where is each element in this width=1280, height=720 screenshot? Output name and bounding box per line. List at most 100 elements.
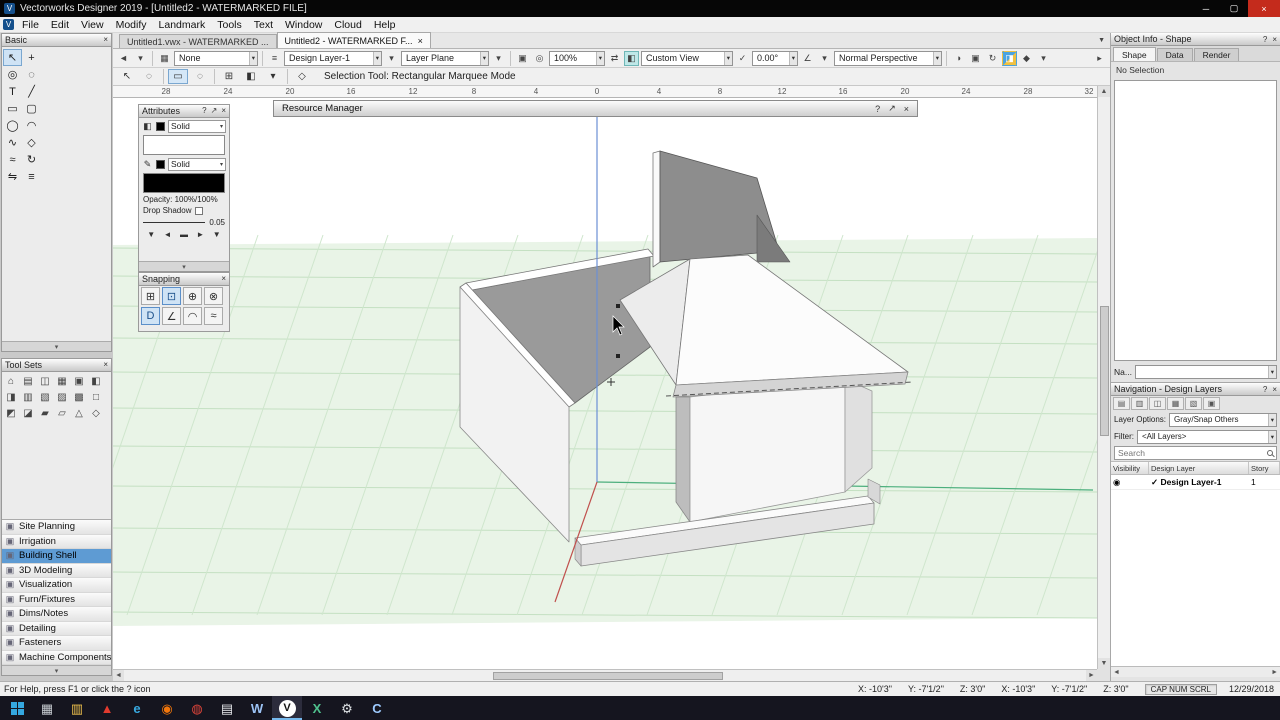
toolset-tool-icon[interactable]: ◩ [3, 406, 19, 421]
horizontal-scrollbar[interactable]: ◄ ► [113, 669, 1097, 681]
render-caret-icon[interactable]: ▾ [1036, 51, 1051, 66]
horizontal-scroll-thumb[interactable] [493, 672, 723, 680]
tab-render[interactable]: Render [1193, 48, 1240, 61]
grid-mode-button[interactable]: ⊞ [219, 69, 239, 84]
interactive-scaling-mode-button[interactable]: ◧ [241, 69, 261, 84]
saved-views-icon[interactable]: ✓ [735, 51, 750, 66]
nav-design-layers-icon[interactable]: ▥ [1131, 397, 1148, 410]
pen-icon[interactable]: ✎ [142, 159, 153, 170]
toolset-category-machine-components[interactable]: ▣ Machine Components [2, 650, 111, 665]
vertical-scroll-thumb[interactable] [1100, 306, 1109, 436]
menu-help[interactable]: Help [368, 19, 402, 31]
title-bar[interactable]: V Vectorworks Designer 2019 - [Untitled2… [0, 0, 1280, 17]
tab-shape[interactable]: Shape [1113, 47, 1156, 61]
taskbar-icon-notepad[interactable]: ▤ [212, 696, 242, 720]
menu-landmark[interactable]: Landmark [153, 19, 212, 31]
toolset-tool-icon[interactable]: ▣ [71, 374, 87, 389]
column-design-layer[interactable]: Design Layer [1149, 462, 1249, 474]
tool-rounded-rectangle[interactable]: ▢ [22, 100, 41, 117]
toolset-tool-icon[interactable]: ◇ [88, 406, 104, 421]
mode-caret-icon[interactable]: ▾ [263, 69, 283, 84]
drop-shadow-checkbox[interactable] [195, 206, 204, 215]
tab-close-icon[interactable]: × [418, 36, 423, 46]
tab-overflow-icon[interactable]: ▼ [1098, 37, 1105, 44]
tab-data[interactable]: Data [1156, 48, 1193, 61]
app-menu-icon[interactable]: V [3, 19, 14, 30]
active-layer-dropdown[interactable]: Design Layer-1 ▾ [284, 50, 382, 66]
pin-icon[interactable]: ↗ [888, 103, 896, 114]
pen-style-dropdown[interactable]: Solid ▾ [168, 157, 226, 171]
name-field-dropdown[interactable]: ▾ [1134, 365, 1277, 379]
tool-freehand[interactable]: ≈ [3, 151, 22, 168]
tool-sets-titlebar[interactable]: Tool Sets × [2, 359, 111, 372]
selection-tool-icon[interactable]: ↖ [117, 69, 137, 84]
toolset-tool-icon[interactable]: ▱ [54, 406, 70, 421]
toolset-tool-icon[interactable]: ⌂ [3, 374, 19, 389]
nav-viewports-icon[interactable]: ▦ [1167, 397, 1184, 410]
history-caret-icon[interactable]: ▾ [133, 51, 148, 66]
document-tab-untitled1[interactable]: Untitled1.vwx - WATERMARKED ... [119, 34, 277, 48]
tool-polyline[interactable]: ∿ [3, 134, 22, 151]
toolset-tool-icon[interactable]: ▨ [54, 390, 70, 405]
toolset-category-building-shell[interactable]: ▣ Building Shell [2, 549, 111, 564]
layer-search-input[interactable] [1118, 448, 1264, 458]
classes-icon[interactable]: ▦ [157, 51, 172, 66]
line-preview-icon[interactable]: ▬ [180, 230, 188, 239]
marker-end-icon[interactable]: ▼ [213, 230, 221, 239]
preferences-mode-icon[interactable]: ◇ [292, 69, 312, 84]
close-button[interactable]: × [1248, 0, 1280, 17]
back-icon[interactable]: ◄ [116, 51, 131, 66]
column-visibility[interactable]: Visibility [1111, 462, 1149, 474]
taskbar-icon-firefox[interactable]: ◉ [152, 696, 182, 720]
scroll-right-icon[interactable]: ► [1086, 670, 1097, 681]
fill-style-dropdown[interactable]: Solid ▾ [168, 119, 226, 133]
renderworks-icon[interactable]: ◨ [1002, 50, 1017, 66]
menu-edit[interactable]: Edit [45, 19, 75, 31]
toolset-tool-icon[interactable]: ◧ [88, 374, 104, 389]
tool-mirror[interactable]: ⇋ [3, 168, 22, 185]
toolset-tool-icon[interactable]: ▰ [37, 406, 53, 421]
menu-view[interactable]: View [75, 19, 110, 31]
close-icon[interactable]: × [1272, 385, 1277, 394]
taskbar-icon-chrome[interactable]: ◍ [182, 696, 212, 720]
active-plane-dropdown[interactable]: Layer Plane ▾ [401, 50, 489, 66]
toolset-tool-icon[interactable]: △ [71, 406, 87, 421]
toolset-tool-icon[interactable]: ◨ [3, 390, 19, 405]
layers-icon[interactable]: ≡ [267, 51, 282, 66]
layer-caret-icon[interactable]: ▾ [384, 51, 399, 66]
walkthrough-caret-icon[interactable]: ▾ [817, 51, 832, 66]
close-icon[interactable]: × [904, 104, 909, 114]
taskbar-icon-console[interactable]: C [362, 696, 392, 720]
taskbar-icon-settings[interactable]: ⚙ [332, 696, 362, 720]
active-class-dropdown[interactable]: None ▾ [174, 50, 258, 66]
menu-cloud[interactable]: Cloud [328, 19, 367, 31]
marker-right-icon[interactable]: ► [196, 230, 204, 239]
fill-bucket-icon[interactable]: ◧ [142, 121, 153, 132]
refresh-icon[interactable]: ↻ [985, 51, 1000, 66]
object-info-titlebar[interactable]: Object Info - Shape ? × [1111, 33, 1280, 46]
help-icon[interactable]: ? [202, 107, 206, 115]
minimize-button[interactable]: ─ [1192, 0, 1220, 17]
layer-row-design-layer-1[interactable]: ◉ ✓ Design Layer-1 1 [1111, 475, 1280, 490]
layer-options-dropdown[interactable]: Gray/Snap Others ▾ [1169, 412, 1277, 427]
marker-left-icon[interactable]: ◄ [164, 230, 172, 239]
render-mode-icon[interactable]: ◑ [951, 51, 966, 66]
toolset-tool-icon[interactable]: ▧ [37, 390, 53, 405]
zoom-dropdown[interactable]: 100% ▾ [549, 50, 605, 66]
tool-line[interactable]: ╱ [22, 83, 41, 100]
fill-color-chip[interactable] [156, 121, 165, 131]
lasso-marquee-mode-button[interactable]: ◌ [190, 69, 210, 84]
lasso-tool-icon[interactable]: ◌ [139, 69, 159, 84]
tool-polygon[interactable]: ◇ [22, 134, 41, 151]
toolset-tool-icon[interactable]: ▥ [20, 390, 36, 405]
projection-dropdown[interactable]: Normal Perspective ▾ [834, 50, 942, 66]
scroll-down-icon[interactable]: ▼ [1098, 658, 1110, 669]
pan-icon[interactable]: ⇄ [607, 51, 622, 66]
maximize-button[interactable]: ▢ [1220, 0, 1248, 17]
pin-icon[interactable]: ↗ [211, 107, 218, 115]
snap-grid-button[interactable]: ⊞ [141, 287, 160, 305]
rotation-angle-field[interactable]: 0.00° ▾ [752, 50, 798, 66]
menu-file[interactable]: File [16, 19, 45, 31]
close-icon[interactable]: × [103, 36, 108, 44]
taskbar-icon-file-explorer[interactable]: ▥ [62, 696, 92, 720]
